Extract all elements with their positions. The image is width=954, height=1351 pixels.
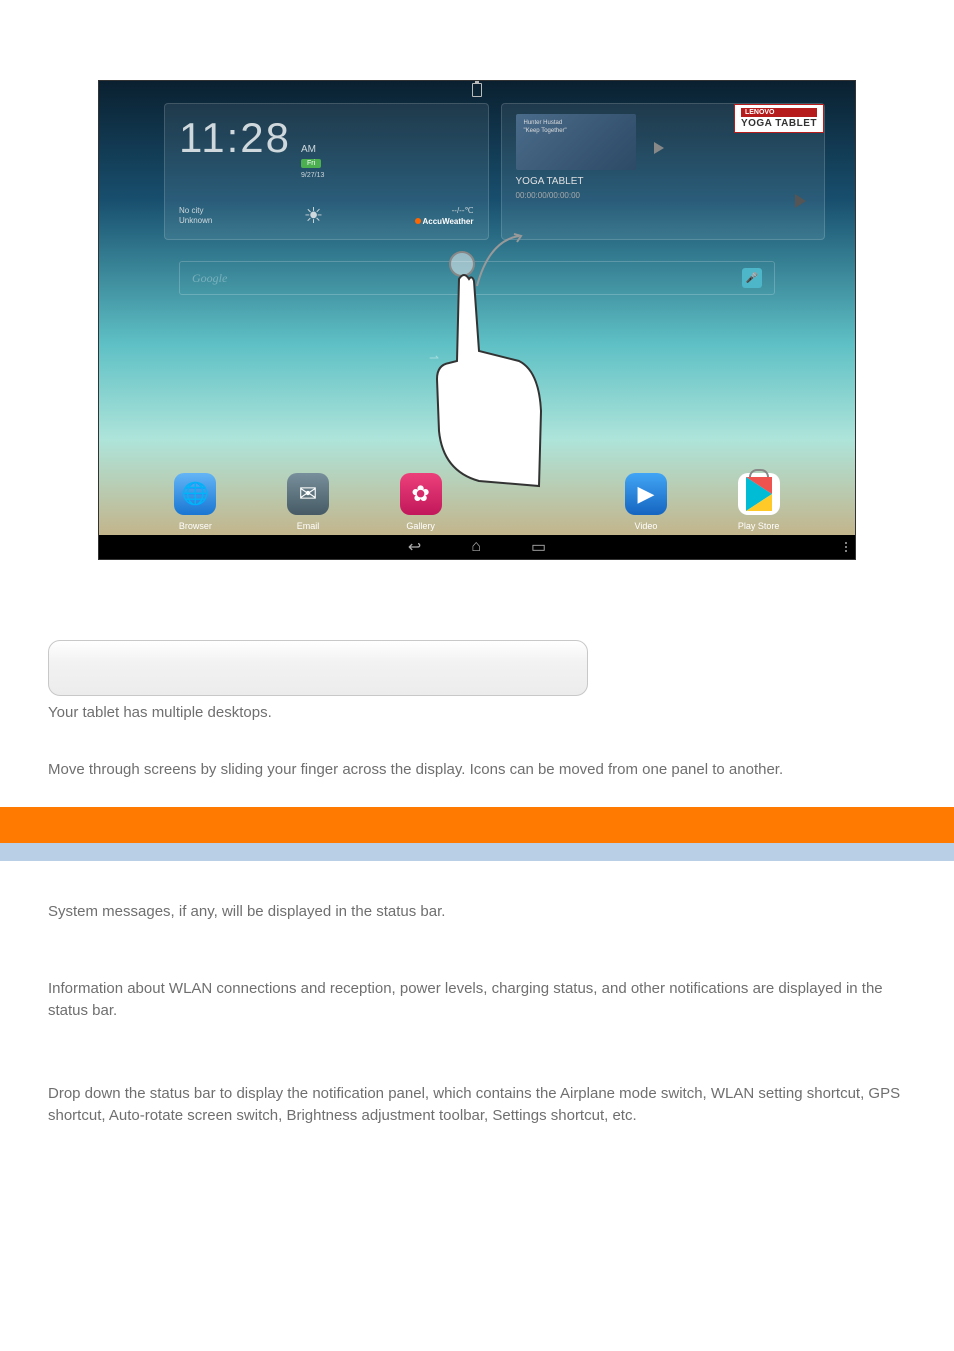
paragraph-2: Move through screens by sliding your fin… — [48, 759, 906, 782]
tablet-screenshot: 11:28 AM Fri 9/27/13 No city Unknown ☀ -… — [98, 80, 856, 560]
accuweather-dot-icon — [415, 218, 421, 224]
paragraph-1: Your tablet has multiple desktops. — [48, 702, 906, 725]
clock-day: Fri — [301, 159, 321, 168]
clock-ampm: AM — [301, 144, 324, 155]
hand-icon — [419, 271, 559, 491]
play-store-icon — [738, 473, 780, 515]
battery-icon — [472, 83, 482, 97]
thumb-caption-2: "Keep Together" — [524, 128, 567, 134]
browser-icon: 🌐 — [174, 473, 216, 515]
gallery-app: ✿ Gallery — [386, 473, 456, 531]
browser-app: 🌐 Browser — [160, 473, 230, 531]
email-label: Email — [297, 521, 320, 531]
play-store-label: Play Store — [738, 521, 780, 531]
home-icon: ⌂ — [471, 538, 481, 556]
email-app: ✉ Email — [273, 473, 343, 531]
blue-divider — [0, 843, 954, 861]
swipe-gesture-illustration: ⇀ — [409, 231, 569, 481]
video-thumbnail: Hunter Hustad "Keep Together" — [516, 114, 636, 170]
orange-divider — [0, 807, 954, 843]
hidden-icon — [512, 473, 554, 515]
email-icon: ✉ — [287, 473, 329, 515]
search-placeholder: Google — [192, 271, 227, 286]
clock-weather-widget: 11:28 AM Fri 9/27/13 No city Unknown ☀ -… — [164, 103, 489, 240]
browser-label: Browser — [179, 521, 212, 531]
menu-dots-icon — [845, 542, 847, 552]
thumb-caption-1: Hunter Hustad — [524, 120, 563, 126]
weather-city-line1: No city — [179, 206, 212, 216]
sun-icon: ☀ — [304, 203, 324, 229]
play-store-app: Play Store — [724, 473, 794, 531]
paragraph-4: Information about WLAN connections and r… — [48, 978, 906, 1023]
android-nav-bar: ↩ ⌂ ▭ — [99, 535, 855, 559]
video-label: Video — [635, 521, 658, 531]
video-title: YOGA TABLET — [516, 176, 811, 187]
lenovo-yoga-logo: LENOVO YOGA TABLET — [734, 104, 824, 133]
video-icon: ▶ — [625, 473, 667, 515]
mic-icon: 🎤 — [742, 268, 762, 288]
video-time: 00:00:00/00:00:00 — [516, 191, 811, 200]
clock-date: 9/27/13 — [301, 172, 324, 179]
paragraph-5: Drop down the status bar to display the … — [48, 1083, 906, 1128]
gallery-label: Gallery — [406, 521, 435, 531]
weather-city-line2: Unknown — [179, 216, 212, 226]
yoga-product: YOGA TABLET — [741, 118, 817, 129]
tablet-status-bar — [99, 81, 855, 99]
back-icon: ↩ — [408, 537, 421, 557]
play-icon — [795, 194, 806, 208]
gallery-icon: ✿ — [400, 473, 442, 515]
weather-provider: AccuWeather — [423, 216, 474, 227]
app-dock: 🌐 Browser ✉ Email ✿ Gallery ▶ Video — [99, 473, 855, 531]
video-app: ▶ Video — [611, 473, 681, 531]
yoga-video-widget: LENOVO YOGA TABLET Hunter Hustad "Keep T… — [501, 103, 826, 240]
placeholder-box — [48, 640, 588, 696]
clock-time: 11:28 — [179, 114, 291, 162]
weather-temp: --/--℃ — [415, 205, 474, 216]
lenovo-brand: LENOVO — [741, 108, 817, 117]
paragraph-3: System messages, if any, will be display… — [48, 901, 906, 924]
chevron-icon: ⇀ — [429, 351, 439, 365]
recent-apps-icon: ▭ — [531, 537, 546, 557]
